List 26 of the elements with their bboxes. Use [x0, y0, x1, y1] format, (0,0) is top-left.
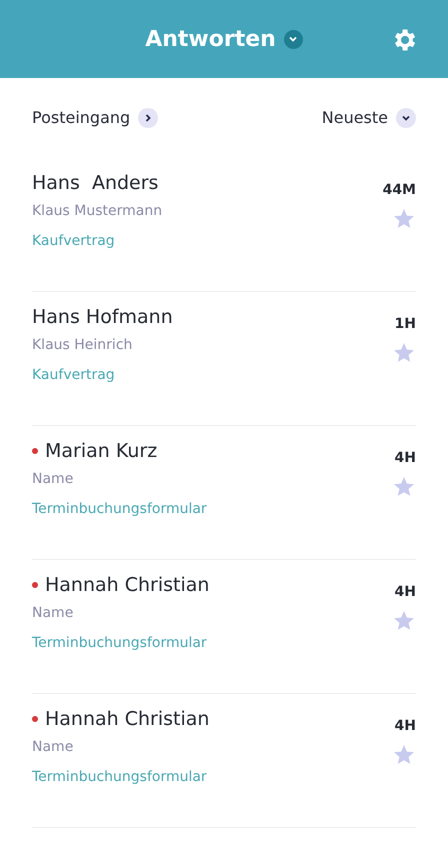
- chevron-right-icon[interactable]: [138, 108, 158, 128]
- folder-label[interactable]: Posteingang: [32, 106, 130, 130]
- sender-name: Name: [32, 738, 74, 757]
- respondent-name: Hans Hofmann: [32, 306, 173, 329]
- respondent-name: Hannah Christian: [45, 708, 210, 731]
- form-name: Kaufvertrag: [32, 366, 116, 385]
- sort-label[interactable]: Neueste: [322, 106, 388, 130]
- dropdown-chevron-icon[interactable]: [284, 30, 303, 48]
- sender-name: Name: [32, 604, 74, 623]
- time-label: 1H: [394, 315, 416, 334]
- header-title: Antworten: [145, 26, 276, 54]
- sender-name: Klaus Mustermann: [32, 202, 162, 221]
- respondent-name: Marian Kurz: [45, 440, 158, 463]
- chevron-down-icon[interactable]: [396, 108, 416, 128]
- sender-name: Klaus Heinrich: [32, 336, 134, 355]
- time-label: 4H: [394, 717, 416, 736]
- form-name: Kaufvertrag: [32, 232, 116, 251]
- form-name: Terminbuchungsformular: [32, 500, 207, 519]
- respondent-name: Hannah Christian: [45, 574, 210, 597]
- time-label: 4H: [394, 449, 416, 468]
- time-label: 44M: [382, 181, 416, 200]
- time-label: 4H: [394, 583, 416, 602]
- respondent-name: Hans Anders: [32, 172, 158, 195]
- form-name: Terminbuchungsformular: [32, 634, 208, 653]
- sender-name: Name: [32, 470, 74, 489]
- form-name: Terminbuchungsformular: [32, 768, 208, 787]
